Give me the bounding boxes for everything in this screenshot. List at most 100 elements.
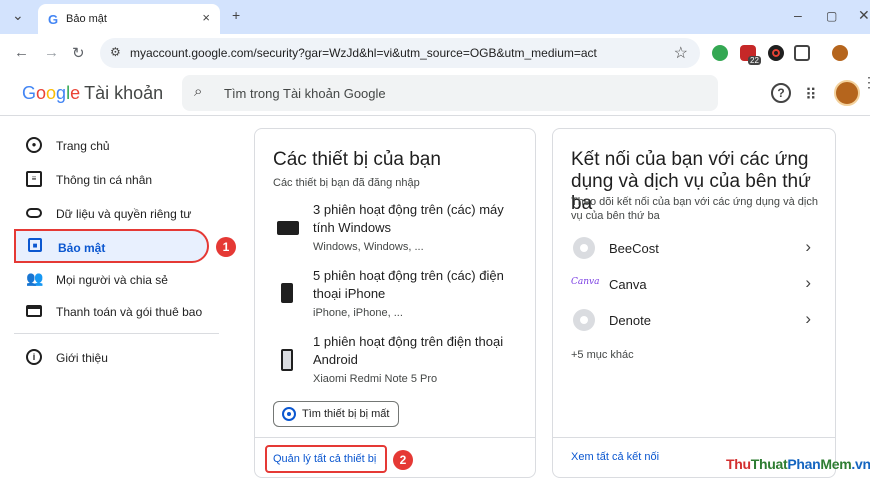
info-icon: i — [26, 349, 42, 365]
app-name: Canva — [609, 277, 647, 292]
watermark-part: Thuat — [750, 456, 788, 472]
denote-logo-icon — [573, 309, 595, 331]
watermark-part: .vn — [851, 456, 870, 472]
tab-title: Bảo mật — [66, 13, 107, 25]
canva-logo-icon: Canva — [571, 277, 600, 287]
close-tab-icon[interactable]: × — [202, 10, 210, 25]
puzzle-extensions-icon[interactable] — [794, 45, 810, 61]
minimize-button[interactable]: – — [794, 7, 802, 23]
more-apps-count: +5 mục khác — [571, 349, 634, 361]
back-arrow-icon[interactable]: ← — [14, 44, 29, 61]
sidebar-item-label: Giới thiệu — [56, 351, 108, 365]
help-icon[interactable]: ? — [771, 83, 791, 103]
app-item-canva[interactable]: Canva Canva › — [571, 269, 817, 299]
watermark-part: Phan — [787, 456, 821, 472]
device-item-iphone[interactable]: 5 phiên hoạt động trên (các) điện thoại … — [273, 267, 523, 323]
avatar[interactable] — [834, 80, 860, 106]
toggle-icon — [26, 208, 42, 218]
new-tab-button[interactable]: + — [232, 7, 240, 23]
device-item-windows[interactable]: 3 phiên hoạt động trên (các) máy tính Wi… — [273, 201, 523, 257]
step-badge-2: 2 — [393, 450, 413, 470]
google-logo-letter: o — [36, 83, 47, 103]
chevron-right-icon: › — [805, 273, 811, 292]
third-party-connections-card: Kết nối của bạn với các ứng dụng và dịch… — [552, 128, 836, 478]
sidebar-item-label: Mọi người và chia sẻ — [56, 273, 168, 287]
card-divider — [553, 437, 835, 438]
devices-card: Các thiết bị của bạn Các thiết bị bạn đã… — [254, 128, 536, 478]
browser-toolbar: ← → ↻ ⚙ myaccount.google.com/security?ga… — [0, 34, 870, 90]
sidebar-item-data-privacy[interactable]: Dữ liệu và quyền riêng tư — [14, 197, 209, 231]
device-title: 3 phiên hoạt động trên (các) máy tính Wi… — [313, 202, 504, 235]
watermark-part: Mem — [820, 456, 852, 472]
sidebar-item-people-sharing[interactable]: 👥 Mọi người và chia sẻ — [14, 263, 209, 297]
account-header: Google Tài khoản ⌕ Tìm trong Tài khoản Go… — [0, 72, 870, 116]
manage-all-devices-link[interactable]: Quản lý tất cả thiết bị — [265, 445, 387, 473]
watermark-part: Thu — [726, 456, 751, 472]
sidebar-item-personal-info[interactable]: ≡ Thông tin cá nhân — [14, 163, 209, 197]
app-name: Denote — [609, 313, 651, 328]
tab-list-chevron-icon[interactable]: ⌄ — [12, 7, 24, 24]
beecost-logo-icon — [573, 237, 595, 259]
device-item-android[interactable]: 1 phiên hoạt động trên điện thoại Androi… — [273, 333, 523, 389]
lock-icon: ■ — [28, 238, 42, 252]
sidebar-item-label: Thanh toán và gói thuê bao — [56, 305, 203, 319]
id-card-icon: ≡ — [26, 171, 42, 187]
windows-laptop-icon — [277, 221, 299, 235]
sidebar-item-label: Bảo mật — [58, 241, 106, 255]
shield-extension-icon[interactable] — [712, 45, 728, 61]
site-info-icon[interactable]: ⚙ — [110, 45, 121, 59]
search-icon[interactable]: ⌕ — [194, 83, 202, 100]
chevron-right-icon: › — [805, 309, 811, 328]
bookmark-star-icon[interactable]: ☆ — [674, 43, 688, 63]
google-logo: Google — [22, 83, 80, 103]
search-placeholder: Tìm trong Tài khoản Google — [224, 86, 386, 101]
see-all-connections-link[interactable]: Xem tất cả kết nối — [571, 451, 659, 463]
device-detail: Xiaomi Redmi Note 5 Pro — [313, 373, 438, 385]
android-phone-icon — [281, 349, 293, 371]
record-extension-icon[interactable] — [768, 45, 784, 61]
sidebar-item-label: Thông tin cá nhân — [56, 173, 153, 187]
app-item-beecost[interactable]: BeeCost › — [571, 233, 817, 263]
apps-grid-icon[interactable]: ⠿ — [805, 85, 817, 105]
google-account-logo[interactable]: Google Tài khoản — [22, 83, 163, 104]
device-detail: iPhone, iPhone, ... — [313, 307, 403, 319]
app-item-denote[interactable]: Denote › — [571, 305, 817, 335]
watermark-logo: ThuThuatPhanMem.vn — [726, 456, 870, 472]
google-logo-letter: o — [46, 83, 57, 103]
find-lost-device-label: Tìm thiết bị bị mất — [302, 408, 390, 420]
search-input[interactable]: ⌕ Tìm trong Tài khoản Google — [182, 75, 718, 111]
sidebar-item-security[interactable]: ■ Bảo mật — [14, 229, 209, 263]
sidebar-item-home[interactable]: ● Trang chủ — [14, 129, 209, 163]
find-lost-device-button[interactable]: Tìm thiết bị bị mất — [273, 401, 399, 427]
google-logo-letter: g — [56, 83, 67, 103]
maximize-button[interactable]: ▢ — [826, 9, 837, 23]
iphone-icon — [281, 283, 293, 303]
google-favicon-icon: G — [48, 12, 59, 27]
profile-avatar-small[interactable] — [832, 45, 848, 61]
address-bar[interactable]: ⚙ myaccount.google.com/security?gar=WzJd… — [100, 38, 700, 68]
google-logo-letter: e — [70, 83, 81, 103]
sidebar-divider — [14, 333, 219, 334]
account-label: Tài khoản — [84, 83, 164, 103]
people-icon: 👥 — [26, 270, 44, 286]
sidebar-nav: ● Trang chủ ≡ Thông tin cá nhân Dữ liệu … — [0, 117, 236, 480]
sidebar-item-payments[interactable]: Thanh toán và gói thuê bao — [14, 295, 209, 329]
browser-tab-strip: ⌄ G Bảo mật × + – ▢ ✕ — [0, 0, 870, 34]
chevron-right-icon: › — [805, 237, 811, 256]
sidebar-item-about[interactable]: i Giới thiệu — [14, 341, 209, 375]
card-divider — [255, 437, 535, 438]
credit-card-icon — [26, 305, 42, 317]
forward-arrow-icon[interactable]: → — [44, 44, 59, 61]
sidebar-item-label: Dữ liệu và quyền riêng tư — [56, 207, 192, 221]
close-window-button[interactable]: ✕ — [858, 7, 870, 24]
browser-tab[interactable]: G Bảo mật × — [38, 4, 220, 34]
devices-card-title: Các thiết bị của bạn — [273, 149, 441, 170]
device-detail: Windows, Windows, ... — [313, 241, 424, 253]
extension-badge: 22 — [748, 56, 761, 65]
device-title: 1 phiên hoạt động trên điện thoại Androi… — [313, 334, 504, 367]
connections-card-subtitle: Theo dõi kết nối của bạn với các ứng dụn… — [571, 196, 818, 222]
sidebar-item-label: Trang chủ — [56, 139, 110, 153]
home-icon: ● — [26, 137, 42, 153]
device-title: 5 phiên hoạt động trên (các) điện thoại … — [313, 268, 504, 301]
reload-icon[interactable]: ↻ — [72, 44, 85, 62]
